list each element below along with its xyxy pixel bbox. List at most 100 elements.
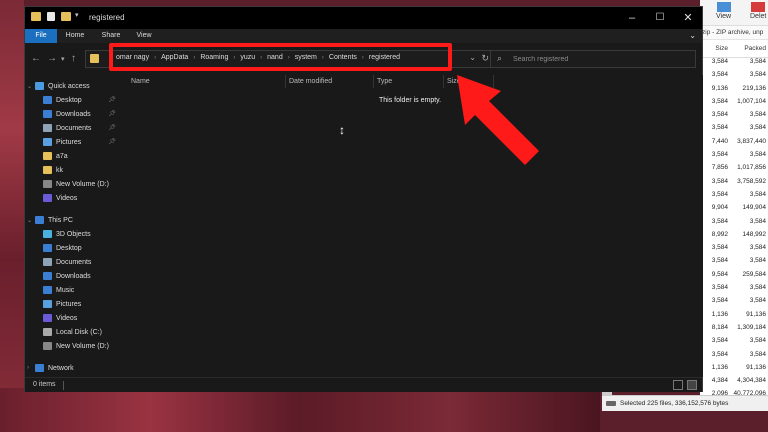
archive-delete-button[interactable]: Delet — [750, 2, 766, 20]
details-view-icon[interactable] — [673, 380, 683, 390]
chevron-down-icon[interactable]: ⌄ — [27, 83, 32, 90]
archive-packed-cell: 3,584 — [749, 350, 766, 358]
sidebar-item-pc-pictures[interactable]: Pictures — [43, 297, 120, 311]
archive-row[interactable]: 9,136 219,136 — [700, 85, 768, 98]
archive-row[interactable]: 1,136 91,136 — [700, 364, 768, 377]
column-header-name[interactable]: Name — [131, 75, 150, 88]
tab-share[interactable]: Share — [97, 29, 125, 43]
sidebar-item-videos[interactable]: Videos — [43, 191, 120, 205]
properties-icon[interactable] — [47, 12, 55, 21]
red-arrow-annotation — [457, 75, 539, 165]
sidebar-item-pc-videos[interactable]: Videos — [43, 311, 120, 325]
archive-row[interactable]: 7,856 1,017,856 — [700, 164, 768, 177]
archive-row[interactable]: 3,584 3,584 — [700, 124, 768, 137]
archive-row[interactable]: 3,584 3,758,592 — [700, 178, 768, 191]
column-divider[interactable] — [443, 75, 444, 88]
archive-size-cell: 3,584 — [711, 244, 728, 252]
archive-packed-cell: 3,584 — [749, 111, 766, 119]
maximize-button[interactable]: ☐ — [646, 10, 674, 26]
archive-row[interactable]: 7,440 3,837,440 — [700, 138, 768, 151]
download-icon — [43, 110, 52, 118]
large-icons-view-icon[interactable] — [687, 380, 697, 390]
sidebar-item-pc-desktop[interactable]: Desktop — [43, 241, 120, 255]
archive-size-cell: 1,136 — [711, 363, 728, 371]
navigation-pane: ⌄ Quick access Desktop 📌︎ Downloads 📌︎ D… — [25, 75, 120, 377]
archive-size-cell: 3,584 — [711, 297, 728, 305]
archive-row[interactable]: 3,584 3,584 — [700, 297, 768, 310]
archive-row[interactable]: 3,584 3,584 — [700, 351, 768, 364]
sidebar-item-desktop[interactable]: Desktop 📌︎ — [43, 93, 120, 107]
sidebar-item-documents[interactable]: Documents 📌︎ — [43, 121, 120, 135]
tab-view[interactable]: View — [131, 29, 157, 43]
archive-row[interactable]: 3,584 3,584 — [700, 284, 768, 297]
video-icon — [43, 194, 52, 202]
sidebar-item-local-disk-c[interactable]: Local Disk (C:) — [43, 325, 120, 339]
archive-row[interactable]: 3,584 3,584 — [700, 58, 768, 71]
back-arrow-icon[interactable]: ← — [31, 53, 41, 64]
empty-folder-message: This folder is empty. — [379, 97, 442, 104]
search-input[interactable] — [513, 54, 693, 65]
archive-view-button[interactable]: View — [716, 2, 731, 20]
sidebar-item-network[interactable]: › Network — [27, 361, 122, 375]
sidebar-item-this-pc[interactable]: ⌄ This PC — [27, 213, 122, 227]
archive-row[interactable]: 9,584 259,584 — [700, 271, 768, 284]
tab-home[interactable]: Home — [61, 29, 89, 43]
archive-row[interactable]: 3,584 3,584 — [700, 71, 768, 84]
sidebar-item-pictures[interactable]: Pictures 📌︎ — [43, 135, 120, 149]
archive-row[interactable]: 3,584 3,584 — [700, 244, 768, 257]
sidebar-item-quick-access[interactable]: ⌄ Quick access — [27, 79, 122, 93]
minimize-button[interactable]: – — [618, 10, 646, 26]
archive-row[interactable]: 9,904 149,904 — [700, 204, 768, 217]
archive-packed-header[interactable]: Packed — [730, 40, 768, 57]
search-box[interactable]: ⌕ — [490, 50, 696, 68]
sidebar-item-pc-downloads[interactable]: Downloads — [43, 269, 120, 283]
address-history-dropdown-icon[interactable]: ⌄ — [469, 53, 476, 62]
archive-path-text: zip - ZIP archive, unp — [700, 26, 768, 40]
forward-arrow-icon[interactable]: → — [47, 53, 57, 64]
archive-row[interactable]: 3,584 3,584 — [700, 151, 768, 164]
archive-size-cell: 8,184 — [711, 323, 728, 331]
column-header-date-modified[interactable]: Date modified — [289, 75, 332, 88]
sidebar-item-kk[interactable]: kk — [43, 163, 120, 177]
archive-row[interactable]: 8,184 1,309,184 — [700, 324, 768, 337]
archive-size-cell: 7,440 — [711, 137, 728, 145]
archive-row[interactable]: 3,584 3,584 — [700, 257, 768, 270]
archive-packed-cell: 1,007,104 — [737, 97, 766, 105]
quick-access-toolbar-dropdown-icon[interactable]: ▾ — [75, 11, 79, 19]
close-button[interactable]: ✕ — [674, 10, 702, 26]
archive-packed-cell: 3,584 — [749, 257, 766, 265]
sidebar-item-new-volume-d[interactable]: New Volume (D:) — [43, 177, 120, 191]
archive-row[interactable]: 8,992 148,992 — [700, 231, 768, 244]
column-divider[interactable] — [373, 75, 374, 88]
refresh-icon[interactable]: ↻ — [481, 53, 489, 64]
chevron-right-icon[interactable]: › — [27, 365, 32, 371]
sidebar-item-3d-objects[interactable]: 3D Objects — [43, 227, 120, 241]
sidebar-item-pc-documents[interactable]: Documents — [43, 255, 120, 269]
archive-row[interactable]: 3,584 3,584 — [700, 191, 768, 204]
archive-row[interactable]: 3,584 3,584 — [700, 337, 768, 350]
recent-locations-icon[interactable]: ▾ — [61, 55, 65, 63]
archive-row[interactable]: 1,136 91,136 — [700, 311, 768, 324]
archive-packed-cell: 3,584 — [749, 297, 766, 305]
ribbon-expand-icon[interactable]: ⌄ — [689, 31, 696, 40]
up-arrow-icon[interactable]: ↑ — [71, 53, 76, 64]
column-header-type[interactable]: Type — [377, 75, 392, 88]
archive-size-header[interactable]: Size — [700, 40, 730, 57]
chevron-down-icon[interactable]: ⌄ — [27, 217, 32, 224]
sidebar-item-music[interactable]: Music — [43, 283, 120, 297]
sidebar-item-pc-new-volume-d[interactable]: New Volume (D:) — [43, 339, 120, 353]
archive-row[interactable]: 3,584 3,584 — [700, 111, 768, 124]
sidebar-item-a7a[interactable]: a7a — [43, 149, 120, 163]
archive-row[interactable]: 3,584 1,007,104 — [700, 98, 768, 111]
archive-status-text: Selected 225 files, 336,152,576 bytes — [620, 400, 729, 407]
archive-row[interactable]: 3,584 3,584 — [700, 218, 768, 231]
column-divider[interactable] — [285, 75, 286, 88]
new-folder-icon[interactable] — [61, 12, 71, 21]
archive-packed-cell: 259,584 — [742, 270, 767, 278]
document-icon — [43, 124, 52, 132]
sidebar-item-downloads[interactable]: Downloads 📌︎ — [43, 107, 120, 121]
folder-icon — [90, 54, 99, 63]
tab-file[interactable]: File — [25, 29, 57, 43]
desktop-icon — [43, 244, 52, 252]
archive-row[interactable]: 4,384 4,304,384 — [700, 377, 768, 390]
